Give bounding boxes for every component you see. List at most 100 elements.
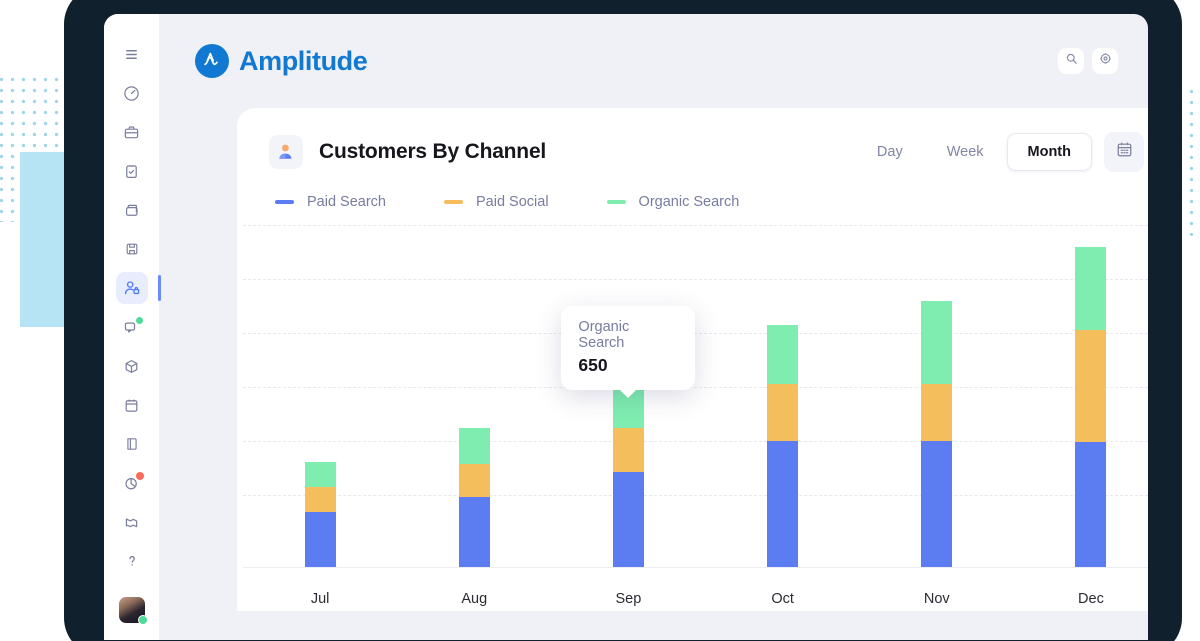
save-icon <box>124 241 140 257</box>
search-button[interactable] <box>1058 48 1084 74</box>
bar-segment[interactable] <box>921 383 953 441</box>
legend-item-organic-search[interactable]: Organic Search <box>606 194 740 210</box>
person-icon <box>269 135 303 169</box>
x-axis-label: Oct <box>771 591 794 607</box>
calendar-icon <box>1115 140 1134 164</box>
bar-stack <box>921 300 953 567</box>
x-axis-label: Nov <box>923 591 950 607</box>
tooltip-value: 650 <box>578 354 608 375</box>
legend-swatch <box>444 200 463 204</box>
sidebar-item-dashboard[interactable] <box>116 77 148 109</box>
hamburger-menu-icon <box>124 47 139 62</box>
bar-segment[interactable] <box>304 461 336 487</box>
sidebar-item-reports[interactable] <box>116 467 148 499</box>
chart-legend: Paid Search Paid Social Organic Search <box>269 194 1144 210</box>
avatar[interactable] <box>118 597 148 625</box>
sidebar-item-packages[interactable] <box>116 350 148 382</box>
bar-column[interactable] <box>243 223 397 567</box>
page-title: Customers By Channel <box>319 140 547 163</box>
bar-column[interactable] <box>1014 223 1148 567</box>
bar-segment[interactable] <box>612 427 644 472</box>
sidebar-item-calendar[interactable] <box>116 389 148 421</box>
question-mark-icon <box>124 553 140 569</box>
briefcase-icon <box>123 124 140 141</box>
brand-name: Amplitude <box>239 45 368 76</box>
calendar-icon <box>123 397 140 414</box>
flag-icon <box>123 514 140 531</box>
legend-swatch <box>606 200 626 204</box>
plot-region: Organic Search 650 <box>243 223 1148 568</box>
bar-segment[interactable] <box>304 486 336 512</box>
legend-item-paid-social[interactable]: Paid Social <box>444 194 549 210</box>
bar-segment[interactable] <box>1075 441 1107 567</box>
bar-segment[interactable] <box>921 440 953 567</box>
bar-segment[interactable] <box>921 300 953 384</box>
legend-swatch <box>275 200 294 204</box>
user-lock-icon <box>123 279 141 297</box>
calendar-picker-button[interactable] <box>1104 132 1144 172</box>
range-tab-group: Day Week Month <box>856 133 1092 171</box>
cube-icon <box>123 358 140 375</box>
sidebar-item-messages[interactable] <box>116 311 148 343</box>
chart-tooltip: Organic Search 650 <box>561 305 696 398</box>
x-axis-label: Aug <box>461 591 488 607</box>
sidebar-item-menu[interactable] <box>116 38 148 70</box>
x-axis-label: Jul <box>310 591 330 607</box>
sidebar-item-archive[interactable] <box>116 233 148 265</box>
tab-day[interactable]: Day <box>856 133 924 171</box>
x-axis-label: Sep <box>615 591 642 607</box>
bar-column[interactable] <box>860 223 1014 567</box>
bar-segment[interactable] <box>458 496 490 567</box>
sidebar-item-customers[interactable] <box>115 272 161 304</box>
bar-segment[interactable] <box>458 427 490 464</box>
bar-segment[interactable] <box>304 511 336 567</box>
tooltip-label: Organic Search <box>578 318 630 351</box>
card-header-row: Customers By Channel Day Week Month <box>269 132 1144 172</box>
search-icon <box>1065 52 1078 70</box>
legend-label: Paid Search <box>307 194 386 210</box>
sidebar-item-help[interactable] <box>116 545 148 577</box>
bar-segment[interactable] <box>612 471 644 567</box>
chart-card: Customers By Channel Day Week Month Paid… <box>237 108 1148 611</box>
pie-chart-icon <box>123 475 140 492</box>
gauge-icon <box>123 85 140 102</box>
sidebar-item-tasks[interactable] <box>116 155 148 187</box>
bar-column[interactable] <box>397 223 551 567</box>
screenshot-stage: Amplitude Customers By Channel Day Week … <box>0 0 1200 641</box>
sidebar-item-docs[interactable] <box>116 428 148 460</box>
bar-stack <box>304 461 336 567</box>
bar-stack <box>1075 246 1107 567</box>
bar-stack <box>767 324 799 567</box>
main-area: Amplitude Customers By Channel Day Week … <box>159 14 1148 640</box>
bar-segment[interactable] <box>1075 246 1107 330</box>
app-window: Amplitude Customers By Channel Day Week … <box>104 14 1148 640</box>
sidebar <box>104 14 161 640</box>
chart-area: Organic Search 650 Jul Aug Sep Oct Nov Dec <box>237 223 1148 611</box>
sidebar-item-flags[interactable] <box>116 506 148 538</box>
x-axis-labels: Jul Aug Sep Oct Nov Dec <box>243 568 1148 607</box>
inbox-icon <box>123 202 140 219</box>
settings-button[interactable] <box>1092 48 1118 74</box>
sidebar-item-projects[interactable] <box>116 116 148 148</box>
amplitude-logo-icon <box>195 44 229 78</box>
bar-stack <box>458 427 490 567</box>
bar-segment[interactable] <box>767 440 799 567</box>
bar-stack <box>612 382 644 567</box>
topbar: Amplitude <box>159 14 1148 108</box>
gear-icon <box>1099 52 1112 70</box>
sidebar-item-inbox[interactable] <box>116 194 148 226</box>
bar-segment[interactable] <box>767 324 799 384</box>
x-axis-label: Dec <box>1078 591 1104 607</box>
tab-month[interactable]: Month <box>1006 133 1092 171</box>
bar-segment[interactable] <box>767 383 799 441</box>
bar-column[interactable] <box>706 223 860 567</box>
bar-segment[interactable] <box>458 463 490 497</box>
clipboard-check-icon <box>123 163 140 180</box>
legend-label: Paid Social <box>476 194 549 210</box>
tab-week[interactable]: Week <box>926 133 1005 171</box>
bar-segment[interactable] <box>1075 329 1107 442</box>
legend-label: Organic Search <box>638 194 740 210</box>
chat-icon <box>123 319 140 336</box>
card-header: Customers By Channel Day Week Month Paid… <box>237 108 1148 210</box>
legend-item-paid-search[interactable]: Paid Search <box>275 194 386 210</box>
